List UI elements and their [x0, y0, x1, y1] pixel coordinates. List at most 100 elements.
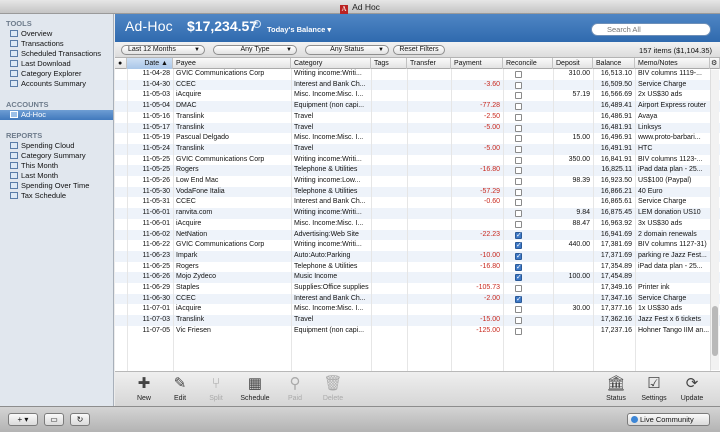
table-row[interactable]: 11-07-03 Translink Travel -15.00 17,362.16 Ja…: [115, 315, 720, 326]
reconcile-checkbox[interactable]: [515, 113, 522, 121]
table-row[interactable]: 11-07-05 Vic Friesen Equipment (non capi..…: [115, 326, 720, 337]
table-row[interactable]: 11-06-26 Mojo Zydeco Music Income 100.00 17,…: [115, 272, 720, 283]
table-row[interactable]: 11-06-01 iAcquire Misc. Income:Misc. I... 8…: [115, 219, 720, 230]
reconcile-checkbox[interactable]: [515, 199, 522, 207]
status-filter[interactable]: Any Status ▼: [305, 45, 389, 55]
new-button[interactable]: ✚ New: [127, 374, 161, 406]
table-row[interactable]: 11-05-04 DMAC Equipment (non capi... -77.28…: [115, 101, 720, 112]
update-button[interactable]: ⟳ Update: [675, 374, 709, 406]
sidebar-item-last-month[interactable]: Last Month: [0, 171, 113, 181]
table-row[interactable]: 11-06-22 GVIC Communications Corp Writing …: [115, 240, 720, 251]
table-row[interactable]: 11-05-03 iAcquire Misc. Income:Misc. I... 5…: [115, 90, 720, 101]
table-row[interactable]: 11-05-19 Pascual Delgado Misc. Income:Misc…: [115, 133, 720, 144]
reconcile-checkbox[interactable]: [515, 167, 522, 175]
sidebar-item-category-explorer[interactable]: Category Explorer: [0, 69, 113, 79]
reconcile-checkbox[interactable]: [515, 327, 522, 335]
sidebar-item-ad-hoc[interactable]: Ad-Hoc: [0, 110, 113, 120]
reconcile-checkbox[interactable]: [515, 241, 522, 250]
col-tags[interactable]: Tags: [371, 58, 407, 69]
table-row[interactable]: 11-06-23 Impark Auto:Auto:Parking -10.00 17,…: [115, 250, 720, 262]
cell-category: Misc. Income:Misc. I...: [294, 134, 364, 142]
reconcile-checkbox[interactable]: [515, 273, 522, 282]
col-payee[interactable]: Payee: [173, 58, 291, 69]
refresh-icon[interactable]: ↻: [70, 413, 90, 426]
type-filter[interactable]: Any Type ▼: [213, 45, 297, 55]
sidebar-item-tax-schedule[interactable]: Tax Schedule: [0, 191, 113, 201]
delete-button[interactable]: 🗑 Delete: [316, 374, 350, 406]
split-button[interactable]: ⑂ Split: [199, 374, 233, 406]
reconcile-checkbox[interactable]: [515, 71, 522, 78]
table-row[interactable]: 11-06-29 Staples Supplies:Office supplies -…: [115, 283, 720, 294]
reset-filters-button[interactable]: Reset Filters: [393, 45, 445, 55]
live-community-button[interactable]: Live Community: [627, 413, 710, 426]
reconcile-checkbox[interactable]: [515, 81, 522, 89]
sidebar-item-scheduled-transactions[interactable]: Scheduled Transactions: [0, 49, 113, 59]
sidebar-item-category-summary[interactable]: Category Summary: [0, 151, 113, 161]
col-date[interactable]: Date ▲: [127, 58, 173, 69]
table-row[interactable]: 11-05-25 Rogers Telephone & Utilities -16.8…: [115, 165, 720, 176]
col-flag[interactable]: ●: [115, 58, 127, 69]
col-deposit[interactable]: Deposit: [553, 58, 593, 69]
period-filter[interactable]: Last 12 Months ▼: [121, 45, 205, 55]
col-payment[interactable]: Payment: [451, 58, 503, 69]
status-button[interactable]: 🏛 Status: [599, 374, 633, 406]
table-row[interactable]: 11-05-24 Translink Travel -5.00 16,491.91 HTC: [115, 143, 720, 155]
col-reconcile[interactable]: Reconcile: [503, 58, 553, 69]
table-row[interactable]: 11-04-28 GVIC Communications Corp Writing …: [115, 69, 720, 80]
table-row[interactable]: 11-06-01 ranvita.com Writing income:Writi.…: [115, 208, 720, 219]
scrollbar-thumb[interactable]: [712, 306, 718, 356]
table-row[interactable]: 11-05-26 Low End Mac Writing income:Low...…: [115, 176, 720, 187]
edit-button[interactable]: ✎ Edit: [163, 374, 197, 406]
table-row[interactable]: 11-05-16 Translink Travel -2.50 16,486.91 Ava…: [115, 112, 720, 123]
table-row[interactable]: 11-06-02 NetNation Advertising:Web Site -22…: [115, 229, 720, 241]
paid-button[interactable]: ⚲ Paid: [278, 374, 312, 406]
table-row[interactable]: 11-06-25 Rogers Telephone & Utilities -16.8…: [115, 262, 720, 273]
table-row[interactable]: 11-05-30 VodaFone Italia Telephone & Utili…: [115, 186, 720, 198]
gear-icon[interactable]: ⚙: [710, 58, 720, 69]
add-account-button[interactable]: + ▾: [8, 413, 38, 426]
reconcile-checkbox[interactable]: [515, 220, 522, 228]
reconcile-checkbox[interactable]: [515, 92, 522, 100]
table-row[interactable]: 11-05-31 CCEC Interest and Bank Ch... -0.60…: [115, 197, 720, 208]
reconcile-checkbox[interactable]: [515, 317, 522, 325]
reconcile-checkbox[interactable]: [515, 306, 522, 314]
cell-balance: 17,362.16: [600, 316, 632, 324]
reconcile-checkbox[interactable]: [515, 145, 522, 153]
reconcile-checkbox[interactable]: [515, 285, 522, 292]
reconcile-checkbox[interactable]: [515, 210, 522, 218]
settings-button[interactable]: ☑ Settings: [637, 374, 671, 406]
reconcile-checkbox[interactable]: [515, 295, 522, 303]
reconcile-checkbox[interactable]: [515, 156, 522, 164]
col-balance[interactable]: Balance: [593, 58, 635, 69]
col-category[interactable]: Category: [291, 58, 371, 69]
window-icon[interactable]: ▭: [44, 413, 64, 426]
sidebar-item-accounts-summary[interactable]: Accounts Summary: [0, 79, 113, 89]
reconcile-checkbox[interactable]: [515, 188, 522, 196]
reconcile-checkbox[interactable]: [515, 263, 522, 271]
table-scrollbar[interactable]: [710, 70, 719, 370]
col-transfer[interactable]: Transfer: [407, 58, 451, 69]
search-input[interactable]: [591, 23, 711, 36]
sidebar-item-spending-cloud[interactable]: Spending Cloud: [0, 141, 113, 151]
sidebar-item-overview[interactable]: Overview: [0, 29, 113, 39]
table-row[interactable]: 11-04-30 CCEC Interest and Bank Ch... -3.60…: [115, 79, 720, 91]
table-row[interactable]: 11-05-17 Translink Travel -5.00 16,481.91 Lin…: [115, 122, 720, 134]
sidebar-item-last-download[interactable]: Last Download: [0, 59, 113, 69]
table-row[interactable]: 11-06-30 CCEC Interest and Bank Ch... -2.00…: [115, 293, 720, 305]
reconcile-checkbox[interactable]: [515, 231, 522, 239]
sidebar-item-transactions[interactable]: Transactions: [0, 39, 113, 49]
reconcile-checkbox[interactable]: [515, 124, 522, 132]
sidebar-item-this-month[interactable]: This Month: [0, 161, 113, 171]
sidebar-item-spending-over-time[interactable]: Spending Over Time: [0, 181, 113, 191]
schedule-button[interactable]: ▦ Schedule: [238, 374, 272, 406]
cell-payment: [451, 69, 503, 80]
reconcile-checkbox[interactable]: [515, 103, 522, 111]
reconcile-checkbox[interactable]: [515, 135, 522, 143]
table-row[interactable]: 11-07-01 iAcquire Misc. Income:Misc. I... 3…: [115, 304, 720, 315]
reconcile-checkbox[interactable]: [515, 252, 522, 260]
info-icon[interactable]: i: [253, 20, 261, 28]
reconcile-checkbox[interactable]: [515, 178, 522, 185]
col-memo[interactable]: Memo/Notes: [635, 58, 710, 69]
table-row[interactable]: 11-05-25 GVIC Communications Corp Writing …: [115, 155, 720, 166]
balance-type-dropdown[interactable]: Today's Balance ▾: [267, 25, 331, 34]
